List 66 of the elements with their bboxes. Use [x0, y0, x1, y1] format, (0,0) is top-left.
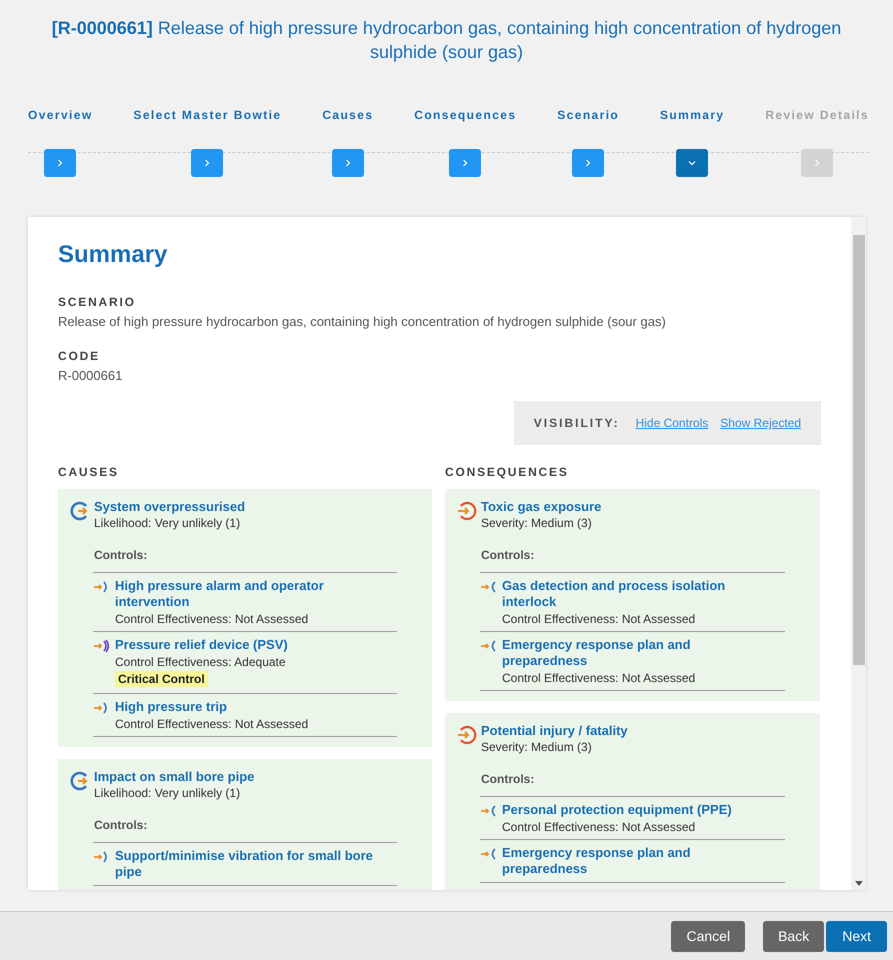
effectiveness-text: Control Effectiveness: Not Assessed [502, 612, 696, 626]
controls-label: Controls: [94, 548, 148, 562]
cause-icon [70, 501, 90, 521]
step-button[interactable] [676, 149, 708, 177]
controls-label: Controls: [481, 772, 534, 786]
step-label: Consequences [414, 108, 516, 122]
control-title[interactable]: Pressure relief device (PSV) [115, 635, 298, 653]
section-heading: Summary [58, 241, 168, 269]
controls-label: Controls: [481, 548, 534, 562]
control-title[interactable]: Support/minimise vibration for small bore pipe [115, 846, 397, 880]
controls-label: Controls: [94, 818, 148, 832]
field-value: R-0000661 [58, 368, 124, 383]
effectiveness-text: Control Effectiveness: Adequate [115, 655, 287, 669]
column-heading: CONSEQUENCES [445, 465, 570, 479]
rating-text: Severity: Medium (3) [481, 740, 593, 754]
cause-icon [70, 771, 90, 791]
rating-text: Severity: Medium (3) [481, 516, 593, 530]
page-title: [R-0000661] Release of high pressure hydrocarbon gas, containing high concentration of hydrogen sulphide (sour gas) [50, 17, 842, 64]
step-label: Causes [322, 108, 374, 122]
scrollbar-thumb[interactable] [852, 235, 864, 665]
effectiveness-text: Control Effectiveness: Not Assessed [502, 671, 696, 685]
cause-title[interactable]: System overpressurised [94, 499, 246, 514]
step-label: Summary [660, 108, 724, 122]
barrier-icon [480, 579, 498, 595]
step-button[interactable] [449, 149, 482, 177]
step-label: Review Details [765, 108, 869, 122]
barrier-icon [480, 846, 498, 862]
rating-text: Likelihood: Very unlikely (1) [94, 516, 242, 530]
control-title[interactable]: Personal protection equipment (PPE) [502, 800, 742, 818]
control-title[interactable]: Gas detection and process isolation interlock [502, 576, 785, 610]
barrier-icon [480, 638, 498, 654]
consequence-icon [457, 501, 477, 521]
barrier-icon [93, 638, 111, 654]
effectiveness-text: Control Effectiveness: Not Assessed [502, 820, 696, 834]
control-title[interactable]: High pressure alarm and operator intervention [115, 576, 397, 610]
step-label: Select Master Bowtie [133, 108, 282, 122]
step-button[interactable] [191, 149, 224, 177]
critical-control-tag: Critical Control [115, 671, 208, 687]
step-label: Overview [28, 108, 93, 122]
rating-text: Likelihood: Very unlikely (1) [94, 786, 242, 800]
step-button[interactable] [572, 149, 604, 177]
chevron-down-icon [687, 158, 698, 168]
step-label: Scenario [557, 108, 620, 122]
footer-button[interactable]: Cancel [671, 920, 746, 952]
control-title[interactable]: Emergency response plan and preparedness [502, 843, 785, 877]
step-button[interactable] [332, 149, 364, 177]
effectiveness-text: Control Effectiveness: Not Assessed [115, 717, 308, 731]
column-heading: CAUSES [58, 465, 120, 479]
field-value: Release of high pressure hydrocarbon gas, containing high concentration of hydrogen sulphide (sour gas) [58, 314, 667, 329]
consequence-title[interactable]: Potential injury / fatality [481, 723, 628, 738]
control-title[interactable]: Emergency response plan and preparedness [502, 635, 785, 669]
control-title[interactable]: High pressure trip [115, 697, 308, 715]
field-label: CODE [58, 349, 100, 363]
effectiveness-text: Control Effectiveness: Not Assessed [115, 612, 310, 626]
consequence-icon [457, 725, 477, 745]
footer-button[interactable]: Back [763, 920, 824, 952]
scroll-down-icon[interactable] [854, 881, 862, 886]
consequence-title[interactable]: Toxic gas exposure [481, 499, 602, 514]
visibility-link[interactable]: Show Rejected [720, 416, 801, 430]
visibility-label: VISIBILITY: [534, 416, 620, 430]
visibility-link[interactable]: Hide Controls [636, 416, 708, 430]
field-label: SCENARIO [58, 295, 136, 309]
next-button[interactable]: Next [826, 920, 887, 952]
step-button[interactable] [44, 149, 76, 177]
barrier-icon [480, 803, 498, 819]
cause-title[interactable]: Impact on small bore pipe [94, 769, 254, 784]
